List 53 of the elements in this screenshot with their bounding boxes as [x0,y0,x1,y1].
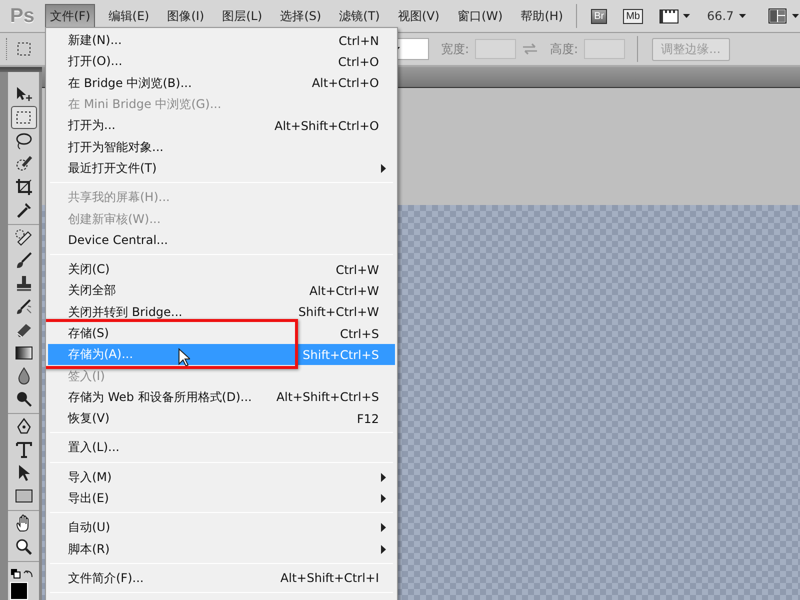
menu-item[interactable]: 最近打开文件(T) [48,158,395,180]
cursor-icon [178,348,190,368]
menu-item[interactable]: 窗口(W) [452,4,508,28]
panel-header [0,67,42,72]
menu-item[interactable]: 文件(F) [45,4,96,28]
marquee-icon[interactable] [15,40,33,58]
menu-item[interactable]: 置入(L)... [48,437,395,459]
menu-item[interactable]: 新建(N)... Ctrl+N [48,30,395,52]
menu-item[interactable]: 关闭(C) Ctrl+W [48,258,395,280]
menu-item[interactable]: 自动(U) [48,517,395,539]
menu-item[interactable]: 视图(V) [392,4,444,28]
lasso-icon [14,131,34,150]
menu-item[interactable]: 滤镜(T) [334,4,385,28]
mini-bridge-button[interactable]: Mb [623,8,643,24]
type-icon [14,440,34,459]
caret-icon[interactable] [738,14,748,18]
height-label: 高度: [550,40,578,58]
width-label: 宽度: [441,40,470,58]
menu-item[interactable]: 打开(O)... Ctrl+O [48,51,395,73]
menu-item[interactable]: 在 Bridge 中浏览(B)... Alt+Ctrl+O [48,72,395,94]
zoom-level[interactable]: 66.7 [706,9,734,23]
menu-item[interactable]: 编辑(E) [103,4,154,28]
menu-item[interactable]: 图层(L) [217,4,268,28]
menu-item[interactable]: 文件简介(F)... Alt+Shift+Ctrl+I [48,568,395,590]
foreground-color-swatch[interactable] [10,582,28,600]
menu-item[interactable]: 导出(E) [48,488,395,510]
healing-icon [14,228,34,247]
menu-item[interactable]: 导入(M) [48,466,395,488]
width-field[interactable] [475,39,516,59]
menu-item[interactable]: 打开为... Alt+Shift+Ctrl+O [48,115,395,136]
menu-item[interactable]: 脚本(R) [48,538,395,560]
dodge-icon [14,389,34,408]
move-icon [14,85,34,104]
menu-item[interactable]: 打开为智能对象... [48,136,395,158]
stamp-icon [14,274,34,293]
menu-item[interactable]: 关闭全部 Alt+Ctrl+W [48,280,395,302]
menu-item[interactable]: 帮助(H) [516,4,568,28]
zoom-icon [14,537,34,556]
menu-item[interactable]: 存储为 Web 和设备所用格式(D)... Alt+Shift+Ctrl+S [48,386,395,408]
menu-item[interactable]: 存储(S) Ctrl+S [48,322,395,344]
crop-icon [14,177,34,196]
height-field[interactable] [584,39,626,59]
menu-item[interactable]: 选择(S) [275,4,326,28]
history-icon [14,297,34,316]
menu-item[interactable]: 关闭并转到 Bridge... Shift+Ctrl+W [48,302,395,323]
screen-mode-icon[interactable] [658,8,691,24]
brush-icon [14,251,34,270]
marquee-tool[interactable] [11,106,37,129]
menu-item[interactable]: 恢复(V) F12 [48,408,395,430]
menu-item[interactable]: Device Central... [48,230,395,251]
app-logo: Ps [10,4,36,28]
arrange-documents-icon[interactable] [768,8,800,24]
menu-item[interactable]: 图像(I) [162,4,210,28]
